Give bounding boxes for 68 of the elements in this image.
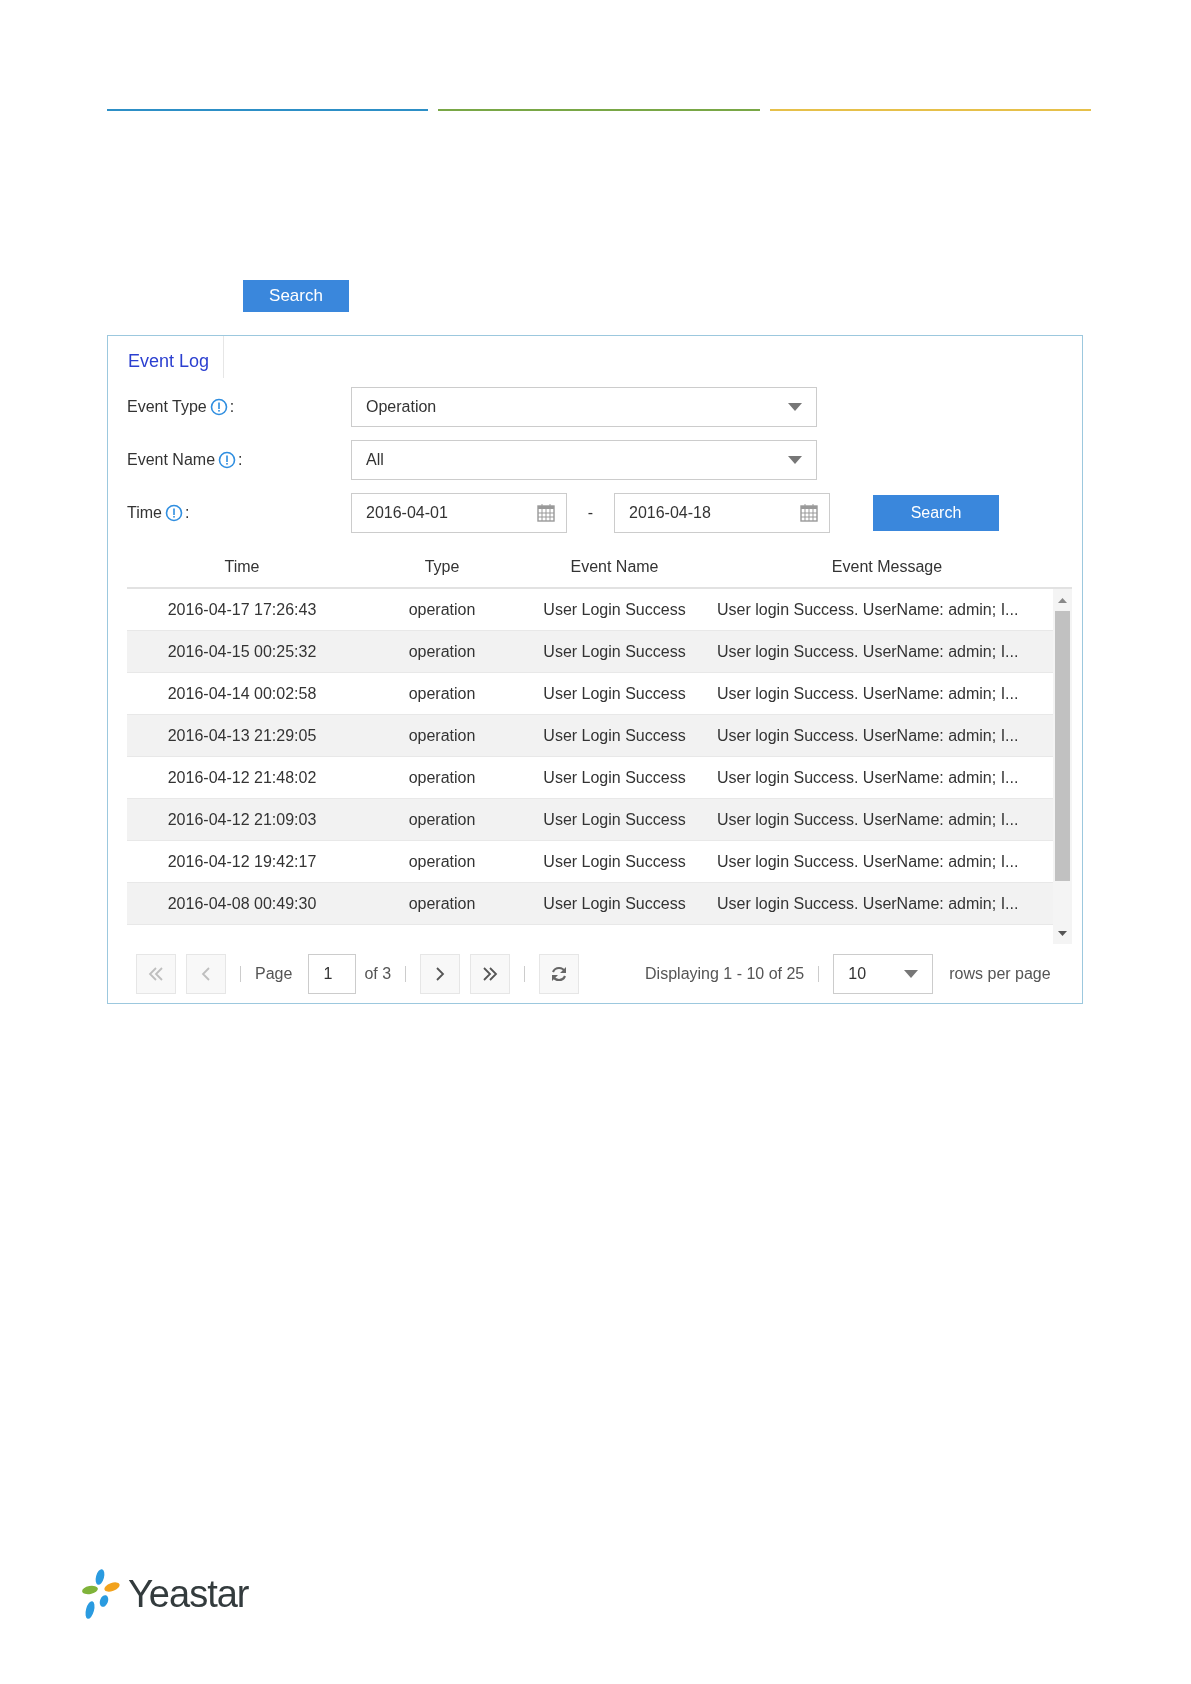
table-cell-text: User Login Success	[542, 726, 687, 745]
table-cell-text: User login Success. UserName: admin; I...	[716, 726, 1020, 745]
calendar-icon	[799, 503, 819, 523]
date-field[interactable]: 2016-04-18	[614, 493, 830, 533]
table-cell-text: User login Success. UserName: admin; I...	[716, 684, 1020, 703]
dropdown[interactable]: All	[351, 440, 817, 480]
table-cell-text: operation	[407, 894, 477, 913]
table-cell-text: 2016-04-17 17:26:43	[166, 600, 318, 619]
next-page-button[interactable]	[420, 954, 461, 994]
table-cell-text: operation	[407, 852, 477, 871]
info-icon	[218, 451, 237, 469]
logo-text: Yeastar	[128, 1572, 249, 1616]
date-field[interactable]: 2016-04-01	[351, 493, 567, 533]
caret-icon	[788, 456, 802, 464]
refresh-page-button[interactable]	[539, 954, 580, 994]
last-page-button[interactable]	[470, 954, 511, 994]
table-cell-text: 2016-04-14 00:02:58	[166, 684, 318, 703]
colon-text: :	[184, 504, 190, 522]
field-label: Event Name	[127, 451, 216, 469]
table-cell-text: 2016-04-08 00:49:30	[166, 894, 318, 913]
table-cell-text: operation	[407, 726, 477, 745]
table-cell-text: User login Success. UserName: admin; I...	[716, 642, 1020, 661]
rows-per-page-dropdown[interactable]: 10	[833, 954, 934, 994]
column-header: Time	[223, 558, 261, 576]
caret-icon	[904, 970, 919, 978]
info-icon	[164, 504, 183, 522]
caret-icon	[788, 403, 802, 411]
scrollbar[interactable]	[1053, 589, 1072, 944]
table-cell-text: User login Success. UserName: admin; I...	[716, 600, 1020, 619]
table-cell-text: User Login Success	[542, 768, 687, 787]
table-cell-text: operation	[407, 810, 477, 829]
table-cell-text: User Login Success	[542, 684, 687, 703]
table-cell-text: User login Success. UserName: admin; I...	[716, 810, 1020, 829]
table-cell-text: User login Success. UserName: admin; I...	[716, 768, 1020, 787]
column-header: Event Message	[830, 558, 944, 576]
table-cell-text: operation	[407, 768, 477, 787]
table-cell-text: User Login Success	[542, 600, 687, 619]
table-cell-text: User login Success. UserName: admin; I...	[716, 894, 1020, 913]
table-cell-text: User Login Success	[542, 810, 687, 829]
table-cell-text: User Login Success	[542, 852, 687, 871]
page-input[interactable]: 1	[308, 954, 357, 994]
table-cell-text: 2016-04-12 21:48:02	[166, 768, 318, 787]
calendar-icon	[536, 503, 556, 523]
table-cell-text: 2016-04-12 21:09:03	[166, 810, 318, 829]
dropdown[interactable]: Operation	[351, 387, 817, 427]
page-count: of 3	[364, 965, 392, 983]
table-cell-text: operation	[407, 600, 477, 619]
colon-text: :	[229, 398, 235, 416]
table-cell-text: User Login Success	[542, 642, 687, 661]
search-button[interactable]: Search	[243, 280, 349, 312]
info-icon	[209, 398, 228, 416]
column-header: Type	[423, 558, 461, 576]
table-cell-text: 2016-04-12 19:42:17	[166, 852, 318, 871]
table-cell-text: 2016-04-13 21:29:05	[166, 726, 318, 745]
colon-text: :	[238, 451, 243, 469]
range-separator: -	[586, 504, 595, 522]
page-label: Page	[255, 965, 293, 983]
table-cell-text: User login Success. UserName: admin; I...	[716, 852, 1020, 871]
rows-per-page-label: rows per page	[949, 965, 1051, 983]
table-cell-text: User Login Success	[542, 894, 687, 913]
field-label: Time	[127, 504, 162, 522]
field-label: Event Type	[127, 398, 207, 416]
column-header: Event Name	[569, 558, 660, 576]
table-cell-text: 2016-04-15 00:25:32	[166, 642, 318, 661]
display-summary: Displaying 1 - 10 of 25	[645, 965, 805, 983]
search-button[interactable]: Search	[873, 495, 999, 531]
table-cell-text: operation	[407, 642, 477, 661]
table-cell-text: operation	[407, 684, 477, 703]
